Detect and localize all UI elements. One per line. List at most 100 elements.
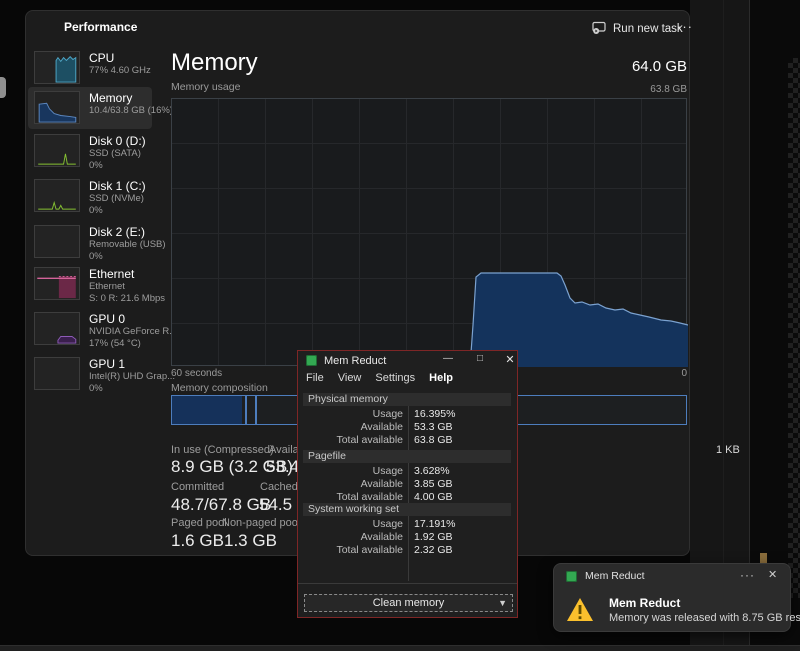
sidebar-item-label: CPU	[89, 51, 151, 65]
sidebar-item-gpu1[interactable]: GPU 1 Intel(R) UHD Grap... 0%	[34, 357, 164, 395]
memory-total: 64.0 GB	[487, 58, 687, 75]
warning-icon	[566, 597, 594, 628]
gpu1-minigraph	[34, 357, 80, 390]
sidebar-item-disk2[interactable]: Disk 2 (E:) Removable (USB) 0%	[34, 225, 164, 263]
minimize-icon[interactable]: —	[440, 353, 456, 364]
row-label: Usage	[303, 408, 403, 420]
sidebar-item-sub2: 0%	[89, 205, 146, 217]
memreduct-window: Mem Reduct — □ ✕ File View Settings Help…	[297, 350, 518, 618]
sidebar-item-sub: SSD (NVMe)	[89, 193, 146, 205]
memory-usage-label: Memory usage	[171, 81, 240, 93]
cpu-minigraph	[34, 51, 80, 84]
group-header-working-set: System working set	[303, 503, 511, 516]
desktop-overlay-label: 1 KB	[716, 444, 740, 456]
page-title: Performance	[64, 20, 137, 34]
toast-title: Mem Reduct	[609, 596, 680, 610]
row-label: Total available	[303, 434, 403, 446]
menu-file[interactable]: File	[306, 372, 324, 387]
sidebar-item-label: Ethernet	[89, 267, 165, 281]
group-header-physical: Physical memory	[303, 393, 511, 406]
sidebar-item-sub: NVIDIA GeForce R...	[89, 326, 177, 338]
sidebar-item-sub2: 0%	[89, 383, 175, 395]
ethernet-minigraph	[34, 267, 80, 300]
row-value: 3.628%	[414, 465, 450, 477]
stat-label: Committed	[171, 481, 224, 493]
memory-usage-chart	[171, 98, 687, 366]
menu-view[interactable]: View	[338, 372, 362, 387]
sidebar-item-sub: 10.4/63.8 GB (16%)	[89, 105, 173, 117]
clean-memory-button[interactable]: Clean memory ▼	[304, 594, 513, 612]
composition-divider	[245, 396, 247, 424]
stat-value: 53.4	[266, 457, 299, 477]
sidebar-item-sub2: S: 0 R: 21.6 Mbps	[89, 293, 165, 305]
memreduct-titlebar[interactable]: Mem Reduct — □ ✕	[298, 351, 517, 370]
row-value: 17.191%	[414, 518, 455, 530]
desktop-checker-texture	[788, 58, 800, 598]
stat-value: 1.3 GB	[224, 531, 277, 551]
close-icon[interactable]: ✕	[502, 353, 518, 366]
chart-x-left: 60 seconds	[171, 368, 222, 379]
row-value: 1.92 GB	[414, 531, 453, 543]
more-icon[interactable]: ···	[740, 568, 755, 582]
menu-help[interactable]: Help	[429, 372, 453, 387]
sidebar-item-ethernet[interactable]: Ethernet Ethernet S: 0 R: 21.6 Mbps	[34, 267, 164, 305]
row-value: 2.32 GB	[414, 544, 453, 556]
stat-label: Cached	[260, 481, 298, 493]
memory-pane-title: Memory	[171, 49, 258, 77]
memreduct-icon	[566, 571, 577, 582]
sidebar-item-sub2: 17% (54 °C)	[89, 338, 177, 350]
taskbar[interactable]	[0, 645, 800, 651]
row-value: 3.85 GB	[414, 478, 453, 490]
sidebar-item-disk1[interactable]: Disk 1 (C:) SSD (NVMe) 0%	[34, 179, 164, 217]
memreduct-icon	[306, 355, 317, 366]
row-label: Available	[303, 421, 403, 433]
disk1-minigraph	[34, 179, 80, 212]
sidebar-item-sub2: 0%	[89, 251, 166, 263]
sidebar-item-label: Disk 2 (E:)	[89, 225, 166, 239]
sidebar-item-label: GPU 1	[89, 357, 175, 371]
clean-memory-label: Clean memory	[373, 597, 445, 609]
toast-app-name: Mem Reduct	[585, 570, 645, 582]
row-value: 53.3 GB	[414, 421, 453, 433]
sidebar-item-sub: SSD (SATA)	[89, 148, 146, 160]
sidebar-item-gpu0[interactable]: GPU 0 NVIDIA GeForce R... 17% (54 °C)	[34, 312, 164, 350]
desktop-divider	[723, 0, 724, 645]
menu-settings[interactable]: Settings	[375, 372, 415, 387]
close-icon[interactable]: ✕	[768, 568, 777, 581]
row-label: Available	[303, 531, 403, 543]
row-label: Usage	[303, 518, 403, 530]
row-value: 4.00 GB	[414, 491, 453, 503]
stat-value: 1.6 GB	[171, 531, 224, 551]
sidebar-item-disk0[interactable]: Disk 0 (D:) SSD (SATA) 0%	[34, 134, 164, 172]
row-label: Total available	[303, 544, 403, 556]
row-label: Usage	[303, 465, 403, 477]
sidebar-item-label: Disk 0 (D:)	[89, 134, 146, 148]
memreduct-menubar: File View Settings Help	[298, 372, 517, 387]
stat-label: In use (Compressed)	[171, 444, 274, 456]
caret-down-icon[interactable]: ▼	[498, 595, 507, 611]
row-label: Available	[303, 478, 403, 490]
sidebar-item-sub2: 0%	[89, 160, 146, 172]
sidebar-item-label: Disk 1 (C:)	[89, 179, 146, 193]
column-divider	[408, 393, 409, 581]
sidebar-item-memory[interactable]: Memory 10.4/63.8 GB (16%)	[34, 91, 164, 124]
composition-in-use-segment	[172, 396, 242, 424]
toast-message: Memory was released with 8.75 GB result.	[609, 612, 800, 624]
row-value: 63.8 GB	[414, 434, 453, 446]
sidebar-item-sub: Ethernet	[89, 281, 165, 293]
maximize-icon[interactable]: □	[472, 353, 488, 364]
sidebar-item-label: Memory	[89, 91, 173, 105]
disk0-minigraph	[34, 134, 80, 167]
desktop: 1 KB Performance Run new task ··· CPU 77…	[0, 0, 800, 651]
row-value: 16.395%	[414, 408, 455, 420]
sidebar-item-sub: Intel(R) UHD Grap...	[89, 371, 175, 383]
composition-divider	[255, 396, 257, 424]
run-new-task-icon	[592, 20, 606, 37]
group-header-pagefile: Pagefile	[303, 450, 511, 463]
stat-label: Non-paged pool	[222, 517, 300, 529]
notification-toast[interactable]: Mem Reduct ··· ✕ Mem Reduct Memory was r…	[553, 563, 791, 632]
more-icon[interactable]: ···	[671, 17, 699, 36]
edge-widget-handle[interactable]	[0, 77, 6, 98]
sidebar-item-cpu[interactable]: CPU 77% 4.60 GHz	[34, 51, 164, 84]
desktop-right-panel	[690, 0, 750, 645]
